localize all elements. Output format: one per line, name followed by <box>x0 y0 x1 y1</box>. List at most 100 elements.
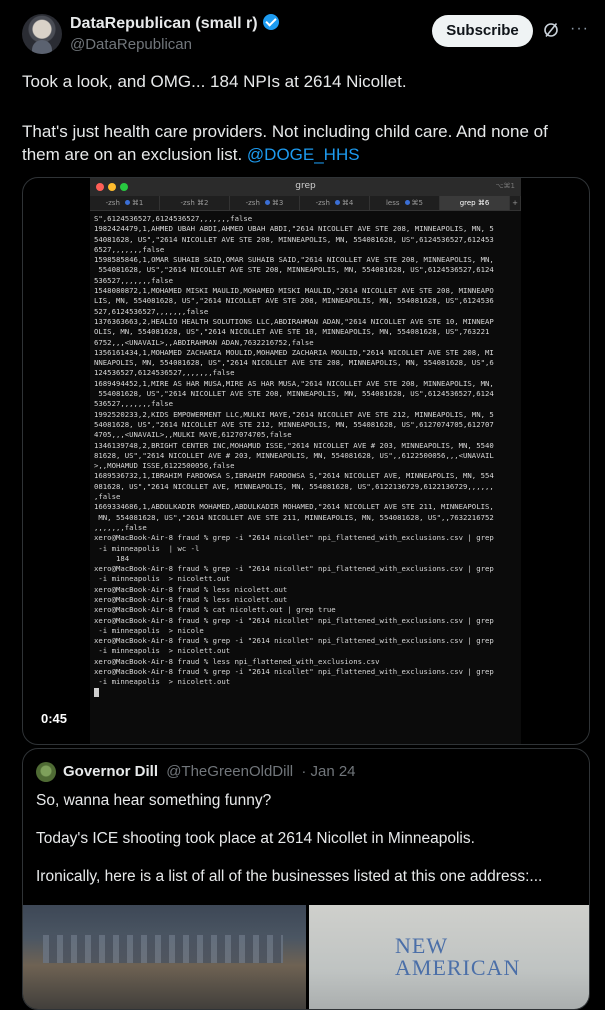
terminal-line: MN, 554081628, US","2614 NICOLLET AVE ST… <box>94 512 494 522</box>
terminal-line: 536527,,,,,,,false <box>94 275 174 285</box>
quote-image-2[interactable]: NEW AMERICAN <box>309 905 589 1009</box>
terminal-titlebar: grep ⌥⌘1 <box>90 178 521 196</box>
quote-image-1[interactable] <box>23 905 306 1009</box>
terminal-line: -i minneapolis > nicolett.out <box>94 646 231 656</box>
terminal-line: xero@MacBook-Air-8 fraud % less nicolett… <box>94 584 288 594</box>
sign-text-line: AMERICAN <box>395 955 521 980</box>
terminal-tab-1: -zsh ⌘1 <box>90 196 160 210</box>
terminal-line: 184 <box>94 553 130 563</box>
terminal-line: 6527,,,,,,,false <box>94 244 165 254</box>
terminal-tab-shortcut: ⌘1 <box>131 199 144 207</box>
quote-date: · Jan 24 <box>301 763 356 780</box>
terminal-line: 1992520233,2,KIDS EMPOWERMENT LLC,MULKI … <box>94 409 494 419</box>
terminal-line: LIS, MN, 554081628, US","2614 NICOLLET A… <box>94 296 494 306</box>
terminal-tab-shortcut: ⌘3 <box>271 199 284 207</box>
terminal-line: 4705,,,<UNAVAIL>,,MULKI MAYE,6127074705,… <box>94 430 292 440</box>
terminal-line: 081628, US","2614 NICOLLET AVE, MINNEAPO… <box>94 481 494 491</box>
video-player[interactable]: grep ⌥⌘1 -zsh ⌘1 -zsh ⌘2 -zsh ⌘3 -zsh ⌘4 less ⌘5… <box>22 177 590 745</box>
video-timer: 0:45 <box>41 711 68 726</box>
terminal-line: ,,,,,,,false <box>94 522 147 532</box>
terminal-line: 54081628, US","2614 NICOLLET AVE STE 208… <box>94 234 494 244</box>
terminal-line: NNEAPOLIS, MN, 554081628, US","2614 NICO… <box>94 358 494 368</box>
terminal-tab-label: less <box>385 199 400 207</box>
terminal-tab-label: -zsh <box>315 199 330 207</box>
quote-author: Governor Dill @TheGreenOldDill · Jan 24 <box>63 763 356 780</box>
terminal-tabs: -zsh ⌘1 -zsh ⌘2 -zsh ⌘3 -zsh ⌘4 less ⌘5 grep ⌘6 + <box>90 196 521 211</box>
terminal-line: xero@MacBook-Air-8 fraud % grep -i "2614… <box>94 564 494 574</box>
tab-activity-dot-icon <box>124 200 130 205</box>
terminal-line: -i minneapolis > nicolett.out <box>94 574 231 584</box>
terminal-tab-label: -zsh <box>180 199 195 207</box>
terminal-tab-shortcut: ⌘5 <box>411 199 423 207</box>
terminal-line: >,,MOHAMUD ISSE,6122500056,false <box>94 461 235 471</box>
tab-activity-dot-icon <box>404 200 410 205</box>
terminal-line: xero@MacBook-Air-8 fraud % cat nicolett.… <box>94 605 336 615</box>
terminal-line: 81628, US","2614 NICOLLET AVE # 203, MIN… <box>94 450 494 460</box>
terminal-tab-3: -zsh ⌘3 <box>230 196 300 210</box>
terminal-tab-shortcut: ⌘4 <box>341 199 354 207</box>
terminal-line: xero@MacBook-Air-8 fraud % less nicolett… <box>94 594 288 604</box>
terminal-tab-6: grep ⌘6 <box>440 196 510 210</box>
author-name-text[interactable]: DataRepublican (small r) <box>70 15 258 32</box>
terminal-line: 527,6124536527,,,,,,,false <box>94 306 209 316</box>
terminal-line: xero@MacBook-Air-8 fraud % grep -i "2614… <box>94 615 494 625</box>
terminal-line: 536527,,,,,,,false <box>94 399 174 409</box>
terminal-line: 1356161434,1,MOHAMED ZACHARIA MOULID,MOH… <box>94 347 494 357</box>
terminal-cursor <box>94 687 99 697</box>
terminal-tab-5: less ⌘5 <box>370 196 440 210</box>
terminal-window: grep ⌥⌘1 -zsh ⌘1 -zsh ⌘2 -zsh ⌘3 -zsh ⌘4 less ⌘5… <box>90 178 521 744</box>
quoted-post[interactable]: Governor Dill @TheGreenOldDill · Jan 24 … <box>22 748 590 1010</box>
author-avatar[interactable] <box>22 14 62 54</box>
grok-icon[interactable] <box>543 22 559 38</box>
terminal-title: grep <box>295 181 316 191</box>
terminal-line: 1346139748,2,BRIGHT CENTER INC,MOHAMUD I… <box>94 440 494 450</box>
new-tab-icon: + <box>510 196 521 210</box>
terminal-line: 1982424479,1,AHMED UBAH ABDI,AHMED UBAH … <box>94 224 494 234</box>
post-text-line1: Took a look, and OMG... 184 NPIs at 2614… <box>22 72 407 91</box>
terminal-line: OLIS, MN, 554081628, US","2614 NICOLLET … <box>94 327 490 337</box>
post-text-line3-prefix: them are on an exclusion list. <box>22 145 243 164</box>
author-handle[interactable]: @DataRepublican <box>70 36 192 53</box>
terminal-line: 1689536732,1,IBRAHIM FARDOWSA S,IBRAHIM … <box>94 471 494 481</box>
terminal-tab-label: -zsh <box>245 199 260 207</box>
terminal-line: 1669334686,1,ABDULKADIR MOHAMED,ABDULKAD… <box>94 502 494 512</box>
terminal-tab-4: -zsh ⌘4 <box>300 196 370 210</box>
more-options-icon[interactable]: ··· <box>570 21 588 38</box>
terminal-line: S",6124536527,6124536527,,,,,,,false <box>94 214 253 223</box>
post-text-line3: them are on an exclusion list. @DOGE_HHS <box>22 143 587 166</box>
terminal-line: 1689494452,1,MIRE AS HAR MUSA,MIRE AS HA… <box>94 378 494 388</box>
author-display-name[interactable]: DataRepublican (small r) <box>70 14 279 33</box>
terminal-line: 1548080872,1,MOHAMED MISKI MAULID,MOHAME… <box>94 286 494 296</box>
terminal-line: 6752,,,<UNAVAIL>,,ABDIRAHMAN ADAN,763221… <box>94 337 314 347</box>
quote-text-line3: Ironically, here is a list of all of the… <box>36 868 543 885</box>
tab-activity-dot-icon <box>334 200 340 205</box>
terminal-line: 1598585846,1,OMAR SUHAIB SAID,OMAR SUHAI… <box>94 255 494 265</box>
terminal-line: 554081628, US","2614 NICOLLET AVE STE 20… <box>94 389 494 399</box>
terminal-line: 124536527,6124536527,,,,,,,false <box>94 368 235 378</box>
terminal-line: -i minneapolis > nicole <box>94 625 204 635</box>
terminal-output: S",6124536527,6124536527,,,,,,,false 1982… <box>90 211 521 699</box>
verified-badge-icon <box>262 14 279 30</box>
terminal-tab-label: grep <box>459 199 476 207</box>
terminal-line: xero@MacBook-Air-8 fraud % grep -i "2614… <box>94 667 494 677</box>
post: DataRepublican (small r) @DataRepublican… <box>0 0 605 1010</box>
mention-link[interactable]: @DOGE_HHS <box>247 145 360 164</box>
post-text-line2: That's just health care providers. Not i… <box>22 122 548 141</box>
terminal-line: xero@MacBook-Air-8 fraud % grep -i "2614… <box>94 636 494 646</box>
quote-text-line1: So, wanna hear something funny? <box>36 792 272 809</box>
terminal-line: 54081628, US","2614 NICOLLET AVE STE 212… <box>94 419 494 429</box>
terminal-tab-shortcut: ⌘2 <box>197 199 209 207</box>
terminal-line: -i minneapolis | wc -l <box>94 543 200 553</box>
terminal-line: -i minneapolis > nicolett.out <box>94 677 231 687</box>
quote-author-name: Governor Dill <box>63 763 159 780</box>
terminal-tab-label: -zsh <box>105 199 120 207</box>
subscribe-button[interactable]: Subscribe <box>432 15 533 47</box>
quote-text-line2: Today's ICE shooting took place at 2614 … <box>36 830 475 847</box>
terminal-line: xero@MacBook-Air-8 fraud % grep -i "2614… <box>94 533 494 543</box>
terminal-tab-shortcut: ⌘6 <box>477 199 490 207</box>
terminal-line: 1376363663,2,HEALIO HEALTH SOLUTIONS LLC… <box>94 316 494 326</box>
terminal-tab-2: -zsh ⌘2 <box>160 196 230 210</box>
quote-image-2-sign-text: NEW AMERICAN <box>395 935 520 979</box>
terminal-title-shortcut: ⌥⌘1 <box>495 182 515 190</box>
terminal-line: ,false <box>94 492 121 502</box>
